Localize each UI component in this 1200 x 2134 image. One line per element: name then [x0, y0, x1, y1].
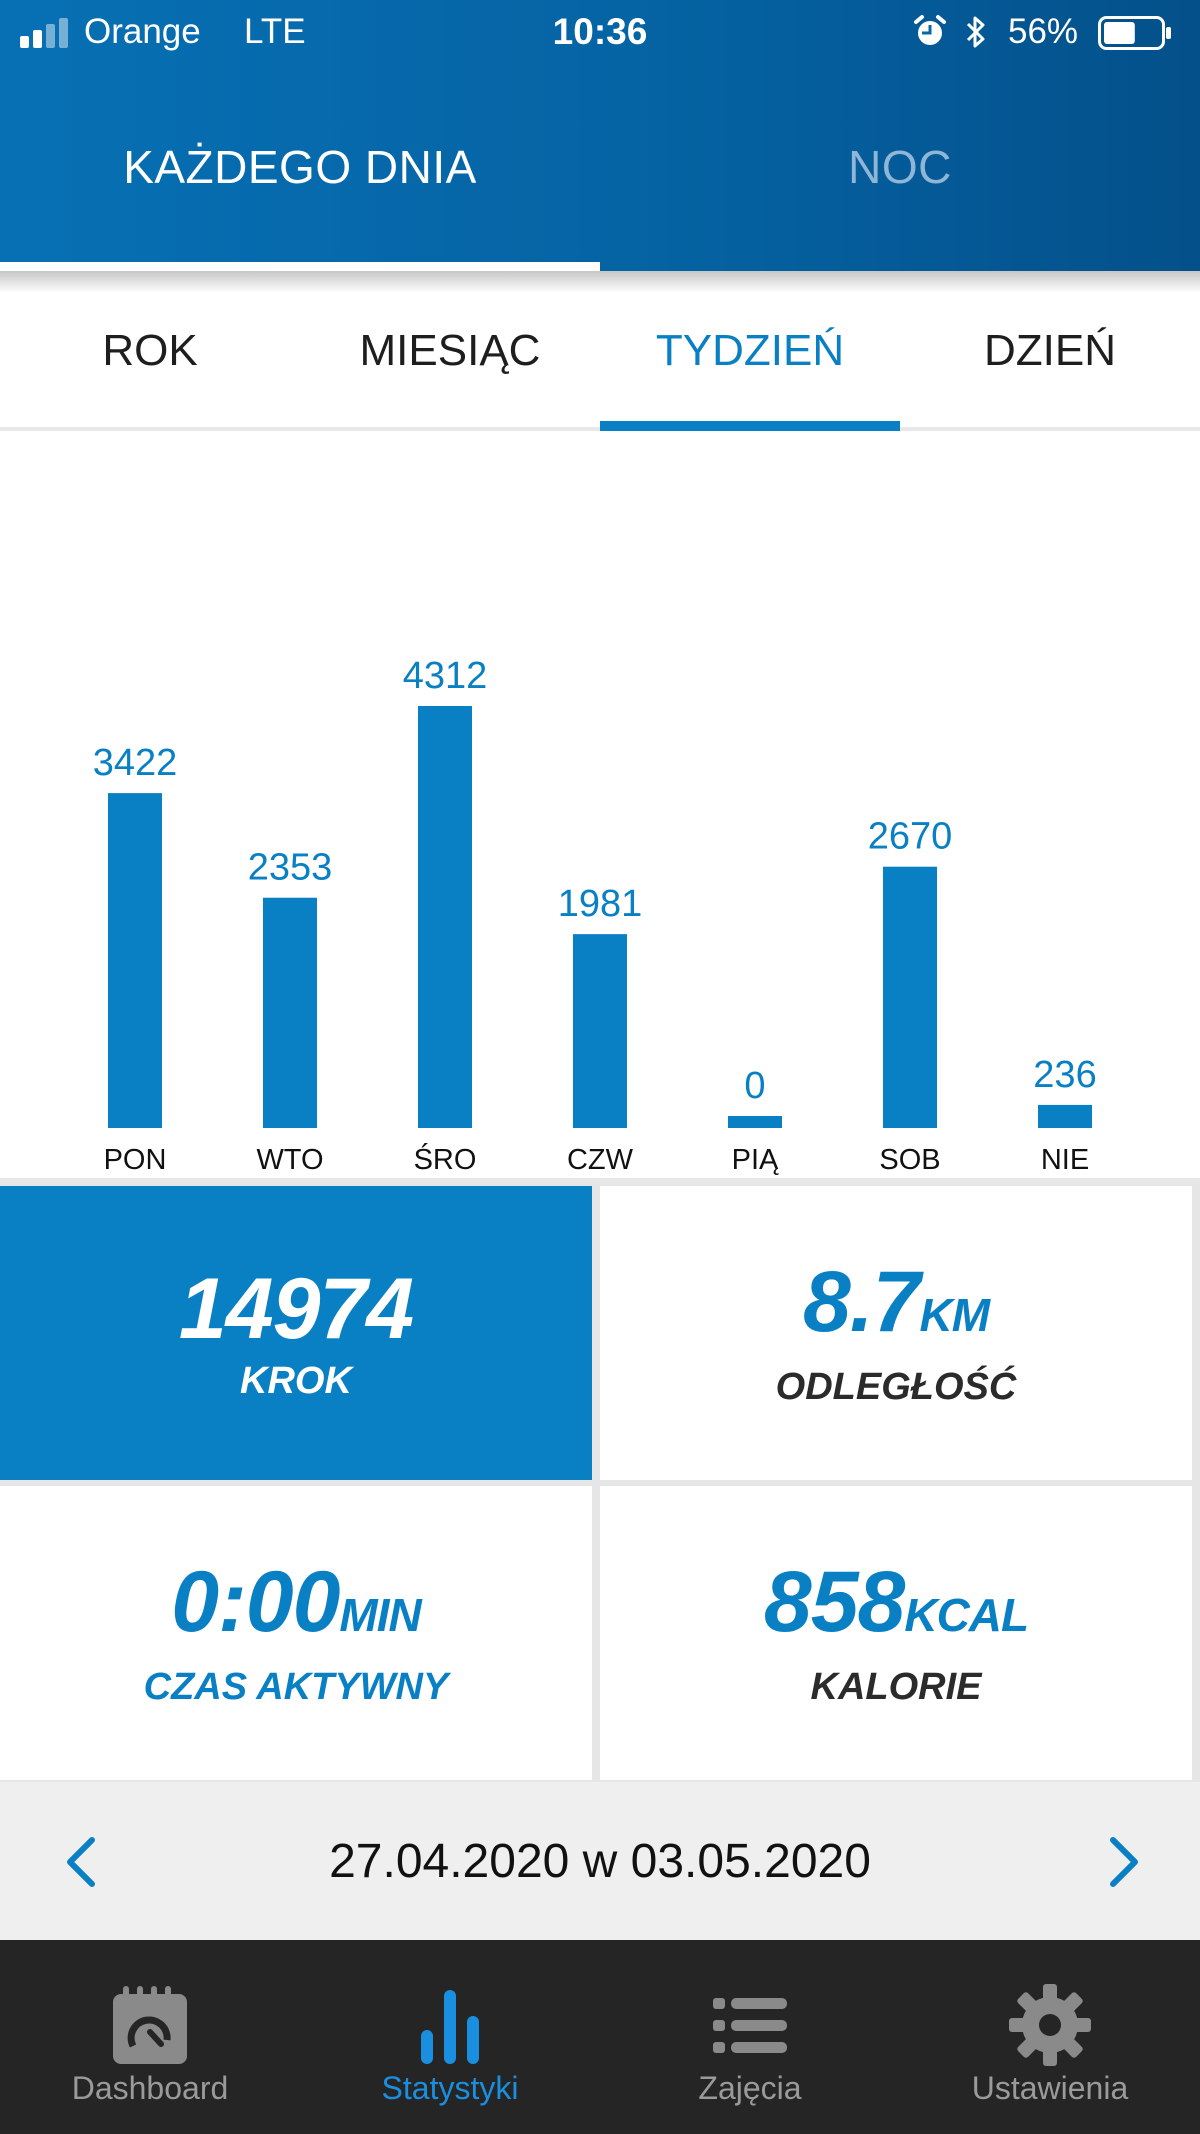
tab-week[interactable]: TYDZIEŃ [600, 326, 900, 376]
steps-number: 14974 [178, 1260, 414, 1357]
calories-card[interactable]: 858KCAL KALORIE [600, 1486, 1192, 1780]
tab-day[interactable]: DZIEŃ [900, 326, 1200, 376]
tab-daily[interactable]: KAŻDEGO DNIA [0, 140, 600, 200]
distance-unit: KM [919, 1289, 991, 1341]
calories-label: KALORIE [810, 1666, 982, 1708]
bar-value-label: 2670 [868, 816, 953, 858]
bar-value-label: 236 [1033, 1054, 1096, 1096]
date-range-text: 27.04.2020 w 03.05.2020 [329, 1835, 871, 1888]
bar-value-label: 3422 [93, 742, 178, 784]
bar-chart-icon [421, 1990, 479, 2064]
bar-chart-svg: 3422 PON 2353 WTO 4312 ŚRO 1981 CZW 0 PIĄ 2670 SOB 2… [93, 655, 1097, 1176]
bar-PIĄ[interactable] [728, 1116, 782, 1128]
nav-statistics[interactable]: Statystyki [300, 1940, 600, 2134]
bar-value-label: 4312 [403, 655, 488, 697]
notepad-gauge-icon [113, 1986, 187, 2064]
active-time-label: CZAS AKTYWNY [143, 1666, 449, 1708]
day-label: PIĄ [732, 1144, 779, 1176]
active-time-card[interactable]: 0:00MIN CZAS AKTYWNY [0, 1486, 592, 1780]
distance-number: 8.7 [802, 1254, 921, 1350]
day-label: CZW [567, 1144, 634, 1176]
day-label: WTO [256, 1144, 323, 1176]
bar-PON[interactable] [108, 793, 162, 1128]
tab-month[interactable]: MIESIĄC [300, 326, 600, 376]
active-time-number: 0:00 [171, 1554, 340, 1650]
alarm-clock-icon [914, 15, 946, 45]
bar-value-label: 1981 [558, 883, 643, 925]
chevron-right-icon[interactable] [1085, 1822, 1155, 1902]
active-tab-indicator [0, 262, 600, 271]
steps-value: 14974 [178, 1260, 414, 1357]
period-tab-indicator [600, 421, 900, 431]
nav-dashboard[interactable]: Dashboard [0, 1940, 300, 2134]
bar-SOB[interactable] [883, 866, 937, 1128]
status-bar: Orange LTE 10:36 56% [0, 0, 1200, 66]
app-header: Orange LTE 10:36 56% KAŻDEGO DNIA NOC [0, 0, 1200, 271]
bar-value-label: 2353 [248, 847, 333, 889]
day-label: NIE [1041, 1144, 1089, 1176]
bar-ŚRO[interactable] [418, 706, 472, 1128]
day-label: PON [104, 1144, 167, 1176]
distance-value: 8.7KM [802, 1254, 991, 1360]
bar-NIE[interactable] [1038, 1104, 1092, 1128]
bluetooth-icon [966, 16, 985, 48]
steps-label: KROK [240, 1359, 352, 1402]
calories-unit: KCAL [904, 1589, 1029, 1641]
header-shadow [0, 271, 1200, 293]
gear-icon [1009, 1984, 1091, 2066]
nav-settings[interactable]: Ustawienia [900, 1940, 1200, 2134]
weekly-steps-chart: 3422 PON 2353 WTO 4312 ŚRO 1981 CZW 0 PIĄ 2670 SOB 2… [0, 435, 1200, 1180]
day-label: SOB [879, 1144, 940, 1176]
nav-dashboard-label: Dashboard [71, 2070, 229, 2106]
battery-percentage: 56% [1008, 12, 1079, 51]
active-time-unit: MIN [339, 1589, 421, 1641]
list-icon [713, 1998, 787, 2053]
bar-WTO[interactable] [263, 897, 317, 1128]
calories-number: 858 [763, 1554, 905, 1650]
steps-card[interactable]: 14974 KROK [0, 1186, 592, 1480]
nav-activities[interactable]: Zajęcia [600, 1940, 900, 2134]
nav-statistics-label: Statystyki [381, 2070, 519, 2106]
nav-activities-label: Zajęcia [698, 2070, 802, 2106]
tab-night[interactable]: NOC [600, 140, 1200, 200]
period-tabs: ROK MIESIĄC TYDZIEŃ DZIEŃ [0, 293, 1200, 431]
day-label: ŚRO [414, 1142, 477, 1176]
distance-label: ODLEGŁOŚĆ [775, 1366, 1017, 1408]
active-time-value: 0:00MIN [171, 1554, 421, 1660]
nav-settings-label: Ustawienia [971, 2070, 1129, 2106]
date-range-bar: 27.04.2020 w 03.05.2020 [0, 1782, 1200, 1940]
bottom-navigation: Dashboard Statystyki Zajęcia Ustawienia [0, 1940, 1200, 2134]
tab-year[interactable]: ROK [0, 326, 300, 376]
calories-value: 858KCAL [763, 1554, 1029, 1660]
battery-icon [1098, 16, 1171, 50]
bar-CZW[interactable] [573, 934, 627, 1128]
bar-value-label: 0 [744, 1065, 765, 1107]
distance-card[interactable]: 8.7KM ODLEGŁOŚĆ [600, 1186, 1192, 1480]
